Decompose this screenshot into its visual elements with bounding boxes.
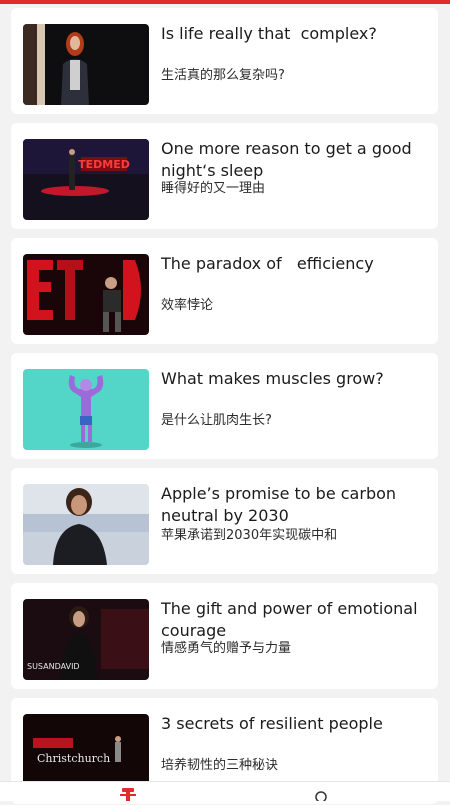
- woman-portrait-thumbnail: [23, 484, 149, 565]
- search-tab[interactable]: [306, 782, 336, 803]
- home-ted-icon: [120, 788, 136, 801]
- talk-title: The gift and power of emotional courage: [161, 599, 423, 640]
- talk-title: 3 secrets of resilient people: [161, 714, 383, 733]
- speaker-name-text: SUSANDAVID: [27, 662, 80, 671]
- talk-title: Is life really that complex?: [161, 24, 377, 43]
- talk-card[interactable]: What makes muscles grow? 是什么让肌肉生长?: [11, 353, 438, 459]
- muscle-cartoon-thumbnail: [23, 369, 149, 450]
- tedmed-logo-text: TEDMED: [78, 158, 130, 171]
- talk-title: The paradox of efficiency: [161, 254, 374, 273]
- talk-subtitle: 情感勇气的赠予与力量: [161, 641, 292, 656]
- talk-subtitle: 生活真的那么复杂吗?: [161, 68, 285, 83]
- tedmed-stage-thumbnail: TEDMED: [23, 139, 149, 220]
- talk-title: One more reason to get a good night‘s sl…: [161, 139, 417, 180]
- ted-stage-man-thumbnail: [23, 254, 149, 335]
- bottom-navigation: [0, 781, 450, 803]
- talk-title: What makes muscles grow?: [161, 369, 384, 388]
- talk-subtitle: 培养韧性的三种秘诀: [161, 758, 279, 773]
- talk-subtitle: 苹果承诺到2030年实现碳中和: [161, 528, 338, 543]
- speaker-woman-red-hair-thumbnail: [23, 24, 149, 105]
- status-accent-bar: [0, 0, 450, 4]
- talk-subtitle: 是什么让肌肉生长?: [161, 413, 272, 428]
- talk-subtitle: 睡得好的又一理由: [161, 181, 266, 196]
- event-name-text: Christchurch: [37, 752, 110, 765]
- talk-title: Apple’s promise to be carbon neutral by …: [161, 484, 402, 525]
- talk-subtitle: 效率悖论: [161, 298, 214, 313]
- talk-card[interactable]: SUSANDAVID The gift and power of emotion…: [11, 583, 438, 689]
- home-tab[interactable]: [113, 782, 143, 801]
- search-icon: [315, 791, 327, 803]
- talk-card[interactable]: Apple’s promise to be carbon neutral by …: [11, 468, 438, 574]
- talk-card[interactable]: The paradox of efficiency 效率悖论: [11, 238, 438, 344]
- talk-card[interactable]: TEDMED One more reason to get a good nig…: [11, 123, 438, 229]
- susan-david-stage-thumbnail: SUSANDAVID: [23, 599, 149, 680]
- talk-card[interactable]: Is life really that complex? 生活真的那么复杂吗?: [11, 8, 438, 114]
